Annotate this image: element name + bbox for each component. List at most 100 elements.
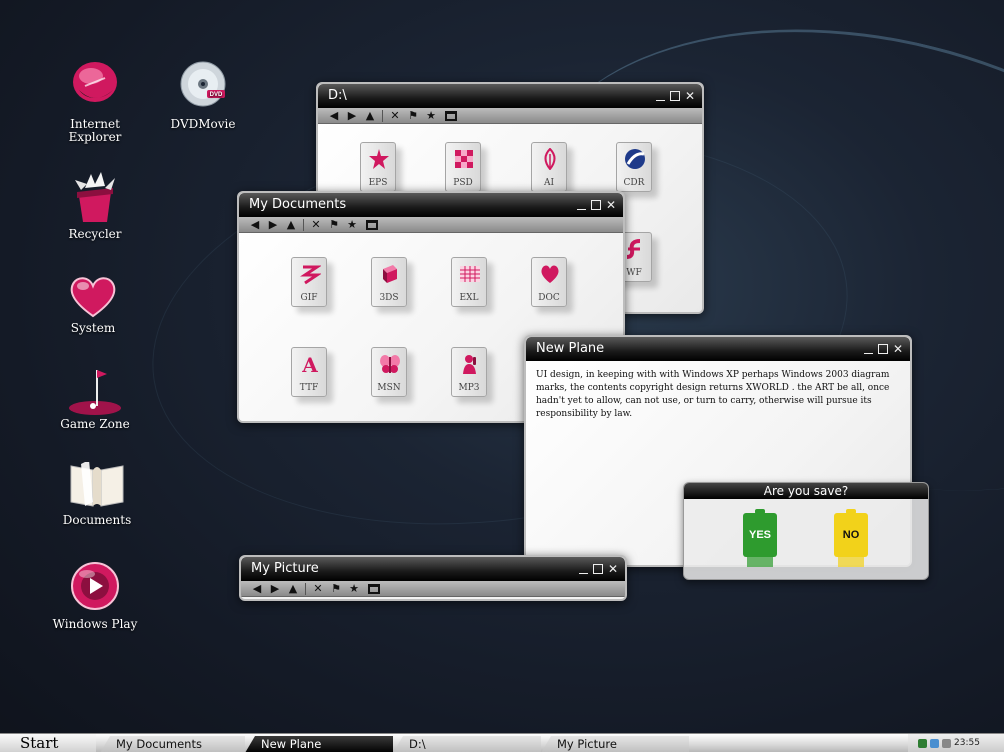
forward-arrow-icon[interactable]: ▶ bbox=[269, 582, 281, 595]
swf-icon bbox=[626, 239, 641, 259]
task-my-picture[interactable]: My Picture bbox=[541, 736, 689, 752]
up-arrow-icon[interactable]: ▲ bbox=[364, 109, 376, 122]
volume-icon[interactable] bbox=[930, 739, 939, 748]
file-mp3[interactable]: MP3 bbox=[451, 347, 487, 397]
eps-icon bbox=[369, 149, 389, 169]
favorite-star-icon[interactable]: ★ bbox=[346, 218, 358, 231]
yes-button[interactable]: YES bbox=[743, 509, 777, 567]
back-arrow-icon[interactable]: ◀ bbox=[251, 582, 263, 595]
window-title: My Picture bbox=[251, 561, 319, 576]
close-button[interactable]: ✕ bbox=[607, 563, 619, 575]
messenger-icon[interactable] bbox=[942, 739, 951, 748]
desktop-icon-system[interactable]: System bbox=[48, 272, 138, 335]
back-arrow-icon[interactable]: ◀ bbox=[249, 218, 261, 231]
maximize-button[interactable] bbox=[670, 91, 680, 101]
window-titlebar[interactable]: My Picture ✕ bbox=[241, 557, 625, 581]
close-button[interactable]: ✕ bbox=[892, 343, 904, 355]
window-view-icon[interactable] bbox=[366, 219, 378, 230]
cut-icon[interactable]: ✕ bbox=[310, 218, 322, 231]
desktop-icon-windows-play[interactable]: Windows Play bbox=[50, 560, 140, 631]
3ds-cube-icon bbox=[383, 265, 397, 283]
cut-icon[interactable]: ✕ bbox=[389, 109, 401, 122]
dvd-badge-text: DVD bbox=[210, 92, 223, 98]
window-titlebar[interactable]: My Documents ✕ bbox=[239, 193, 623, 217]
file-3ds[interactable]: 3DS bbox=[371, 257, 407, 307]
desktop-icon-label: Windows Play bbox=[52, 617, 138, 631]
desktop-icon-dvdmovie[interactable]: DVD DVDMovie bbox=[158, 60, 248, 131]
close-button[interactable]: ✕ bbox=[605, 199, 617, 211]
font-a-icon: A bbox=[301, 353, 318, 375]
minimize-button[interactable] bbox=[654, 90, 666, 102]
network-icon[interactable] bbox=[918, 739, 927, 748]
desktop-icon-recycler[interactable]: Recycler bbox=[50, 170, 140, 241]
task-my-documents[interactable]: My Documents bbox=[100, 736, 245, 752]
favorite-star-icon[interactable]: ★ bbox=[425, 109, 437, 122]
window-title: New Plane bbox=[536, 341, 605, 356]
butterfly-icon bbox=[380, 355, 400, 373]
back-arrow-icon[interactable]: ◀ bbox=[328, 109, 340, 122]
window-view-icon[interactable] bbox=[445, 110, 457, 121]
dvd-icon: DVD bbox=[173, 60, 233, 116]
window-my-picture[interactable]: My Picture ✕ ◀ ▶ ▲ ✕ ⚑ ★ bbox=[239, 555, 627, 601]
task-new-plane[interactable]: New Plane bbox=[245, 736, 393, 752]
minimize-button[interactable] bbox=[577, 563, 589, 575]
file-eps[interactable]: EPS bbox=[360, 142, 396, 192]
forward-arrow-icon[interactable]: ▶ bbox=[346, 109, 358, 122]
gif-icon bbox=[300, 265, 321, 285]
cdr-icon bbox=[625, 149, 645, 169]
file-doc[interactable]: DOC bbox=[531, 257, 567, 307]
open-book-icon bbox=[67, 460, 127, 512]
desktop-icon-internet-explorer[interactable]: Internet Explorer bbox=[50, 60, 140, 144]
no-button[interactable]: NO bbox=[834, 509, 868, 567]
file-cdr[interactable]: CDR bbox=[616, 142, 652, 192]
play-icon bbox=[65, 560, 125, 616]
ai-pen-icon bbox=[544, 148, 556, 170]
taskbar: Start My Documents New Plane D:\ My Pict… bbox=[0, 733, 1004, 752]
window-titlebar[interactable]: New Plane ✕ bbox=[526, 337, 910, 361]
up-arrow-icon[interactable]: ▲ bbox=[287, 582, 299, 595]
window-view-icon[interactable] bbox=[368, 583, 380, 594]
toolbar-separator bbox=[305, 582, 306, 595]
file-gif[interactable]: GIF bbox=[291, 257, 327, 307]
heart-icon bbox=[63, 272, 123, 320]
system-tray: 23:55 bbox=[908, 734, 1004, 752]
desktop-icon-documents[interactable]: Documents bbox=[52, 460, 142, 527]
window-title: D:\ bbox=[328, 88, 347, 103]
minimize-button[interactable] bbox=[862, 343, 874, 355]
desktop-icon-label: Internet Explorer bbox=[68, 117, 122, 144]
cut-icon[interactable]: ✕ bbox=[312, 582, 324, 595]
doc-heart-icon bbox=[541, 265, 559, 283]
favorite-star-icon[interactable]: ★ bbox=[348, 582, 360, 595]
file-ai[interactable]: AI bbox=[531, 142, 567, 192]
start-button[interactable]: Start bbox=[0, 734, 96, 752]
spreadsheet-grid-icon bbox=[460, 266, 480, 282]
minimize-button[interactable] bbox=[575, 199, 587, 211]
window-toolbar: ◀ ▶ ▲ ✕ ⚑ ★ bbox=[318, 108, 702, 124]
window-titlebar[interactable]: D:\ ✕ bbox=[318, 84, 702, 108]
flag-icon[interactable]: ⚑ bbox=[330, 582, 342, 595]
maximize-button[interactable] bbox=[591, 200, 601, 210]
desktop-icon-label: DVDMovie bbox=[170, 117, 236, 131]
file-ttf[interactable]: A TTF bbox=[291, 347, 327, 397]
flag-icon[interactable]: ⚑ bbox=[328, 218, 340, 231]
up-arrow-icon[interactable]: ▲ bbox=[285, 218, 297, 231]
desktop-icon-game-zone[interactable]: Game Zone bbox=[50, 366, 140, 431]
document-text: UI design, in keeping with with Windows … bbox=[536, 370, 890, 419]
desktop-icon-label: Recycler bbox=[68, 227, 122, 241]
clock: 23:55 bbox=[954, 738, 980, 748]
maximize-button[interactable] bbox=[878, 344, 888, 354]
psd-icon bbox=[455, 150, 473, 168]
desktop-icon-label: Game Zone bbox=[60, 417, 130, 431]
flag-icon[interactable]: ⚑ bbox=[407, 109, 419, 122]
task-d-drive[interactable]: D:\ bbox=[393, 736, 541, 752]
save-dialog: Are you save? YES NO bbox=[683, 482, 929, 580]
forward-arrow-icon[interactable]: ▶ bbox=[267, 218, 279, 231]
desktop-icon-label: System bbox=[70, 321, 116, 335]
file-msn[interactable]: MSN bbox=[371, 347, 407, 397]
file-exl[interactable]: EXL bbox=[451, 257, 487, 307]
close-button[interactable]: ✕ bbox=[684, 90, 696, 102]
toolbar-separator bbox=[303, 218, 304, 231]
maximize-button[interactable] bbox=[593, 564, 603, 574]
file-psd[interactable]: PSD bbox=[445, 142, 481, 192]
singer-icon bbox=[463, 355, 476, 374]
